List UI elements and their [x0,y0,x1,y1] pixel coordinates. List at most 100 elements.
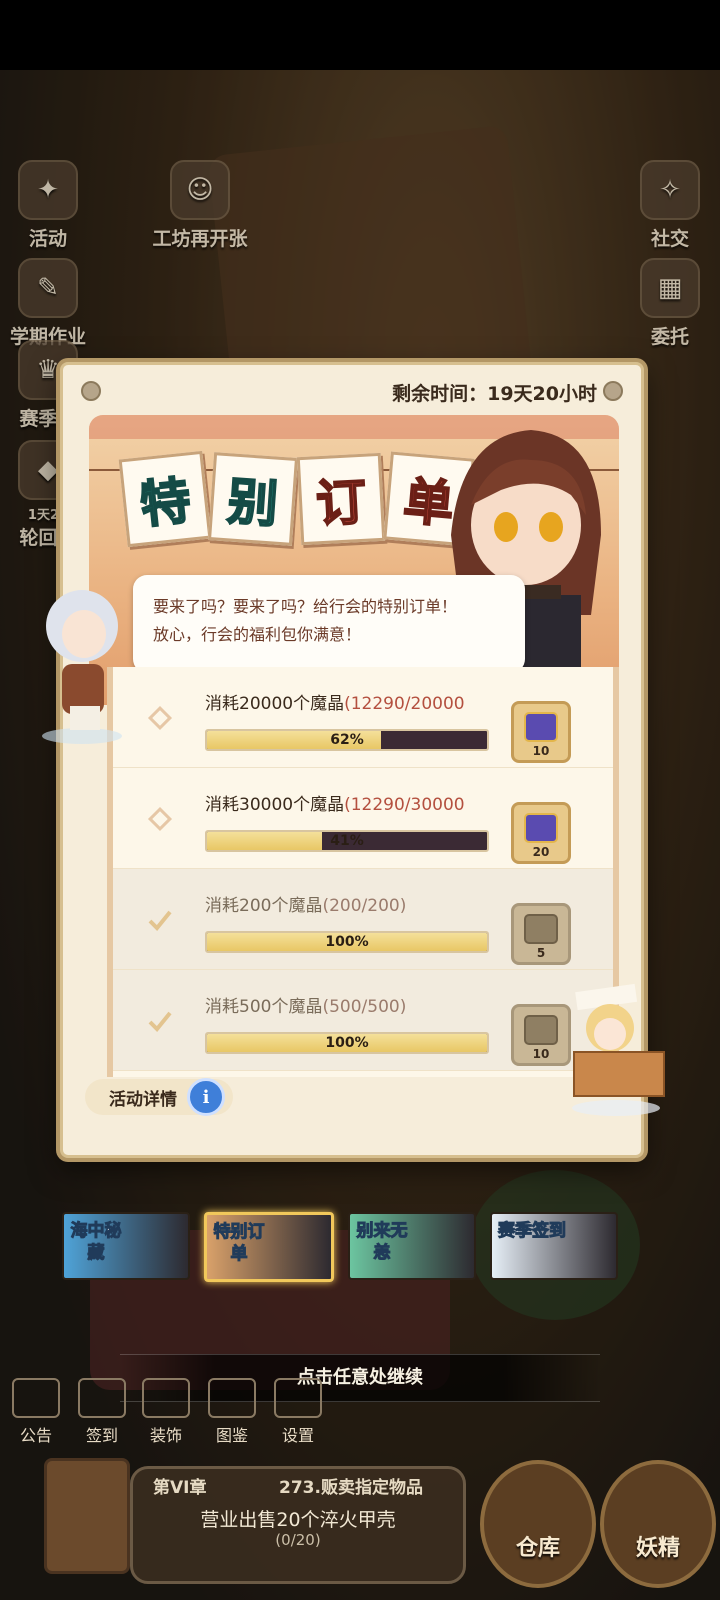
task-progress: (500/500) [322,997,407,1017]
chest-icon [524,813,558,843]
title-card: 别 [208,452,298,546]
status-bar [0,0,720,70]
task-row: 消耗500个魔晶(500/500) 100% 10 [113,970,613,1071]
homework-icon: ✎ [18,258,78,318]
pin-decoration [603,381,623,401]
task-text: 消耗200个魔晶(200/200) [205,891,406,916]
tab-sea-treasure[interactable]: 海中秘藏 [62,1212,190,1280]
warehouse-label: 仓库 [515,1536,560,1561]
calendar-icon [78,1378,126,1418]
task-label: 消耗20000个魔晶 [205,694,345,714]
star-cat-icon: ✦ [18,160,78,220]
event-tab-bar: 海中秘藏 特别订单 别来无恙 赛季签到 [62,1212,618,1282]
quest-panel[interactable]: 第VI章 273.贩卖指定物品 营业出售20个淬火甲壳 (0/20) [130,1466,466,1584]
info-icon: i [187,1078,225,1116]
settings-button[interactable]: 设置 [270,1378,326,1446]
paint-roller-icon [142,1378,190,1418]
tab-long-time-no-see[interactable]: 别来无恙 [348,1212,476,1280]
board-icon [12,1378,60,1418]
chibi-box-character [572,983,665,1116]
reward-count: 10 [532,744,550,758]
diamond-icon [147,806,173,832]
reward-count: 5 [536,946,546,960]
tab-label: 别来无恙 [356,1221,408,1264]
task-row: 消耗20000个魔晶(12290/20000 62% 10 [113,667,613,768]
tab-label: 海中秘藏 [70,1221,122,1264]
task-progress: (12290/20000 [344,694,465,714]
hud-label: 装饰 [149,1426,182,1445]
task-progress: (12290/30000 [344,795,465,815]
announcement-button[interactable]: 公告 [8,1378,64,1446]
task-label: 消耗200个魔晶 [205,896,323,916]
task-row: 消耗30000个魔晶(12290/30000 41% 20 [113,768,613,869]
task-text: 消耗500个魔晶(500/500) [205,992,406,1017]
progress-bar: 100% [205,1032,489,1054]
reward-chest-button[interactable]: 10 [511,701,571,763]
warehouse-button[interactable]: 仓库 [480,1460,596,1588]
chibi-white-hair-character [42,590,122,744]
checkmark-icon [148,910,172,931]
homework-button[interactable]: ✎ 学期作业 [6,258,90,349]
reward-count: 20 [532,845,550,859]
signin-button[interactable]: 签到 [74,1378,130,1446]
social-button[interactable]: ✧ 社交 [628,160,712,251]
book-icon [208,1378,256,1418]
hud-label: 图鉴 [215,1426,248,1445]
commission-icon: ▦ [640,258,700,318]
chest-icon [524,1015,558,1045]
reward-chest-button[interactable]: 5 [511,903,571,965]
chest-icon [524,914,558,944]
task-text: 消耗30000个魔晶(12290/30000 [205,790,465,815]
task-label: 消耗500个魔晶 [205,997,323,1017]
progress-percent: 100% [325,1035,369,1051]
remaining-time: 剩余时间：19天20小时 [392,383,597,405]
chapter-label: 第VI章 [153,1478,207,1498]
chest-icon [524,712,558,742]
hud-label: 设置 [281,1426,314,1445]
quest-progress: (0/20) [275,1531,321,1549]
commission-button[interactable]: ▦ 委托 [628,258,712,349]
workshop-button[interactable]: ☺ 工坊再开张 [130,160,270,251]
social-icon: ✧ [640,160,700,220]
fairy-button[interactable]: 妖精 [600,1460,716,1588]
reward-chest-button[interactable]: 20 [511,802,571,864]
progress-percent: 41% [330,833,364,849]
progress-percent: 62% [330,732,364,748]
quest-title: 273.贩卖指定物品 [279,1478,423,1498]
quest-book-icon[interactable] [44,1458,130,1574]
event-title: 特 别 订 单 [118,450,475,548]
event-details-button[interactable]: 活动详情 i [85,1078,233,1116]
chef-girl-icon: ☺ [170,160,230,220]
special-order-dialog: 剩余时间：19天20小时 特 别 订 单 要来了吗？要来了吗？给行会的特别订单！… [60,362,644,1158]
task-label: 消耗30000个魔晶 [205,795,345,815]
npc-speech-bubble: 要来了吗？要来了吗？给行会的特别订单！ 放心，行会的福利包你满意！ [133,575,525,673]
title-card: 订 [296,452,386,546]
pin-decoration [81,381,101,401]
speech-line: 要来了吗？要来了吗？给行会的特别订单！ [153,597,458,616]
tab-season-signin[interactable]: 赛季签到 [490,1212,618,1280]
task-text: 消耗20000个魔晶(12290/20000 [205,689,465,714]
task-list[interactable]: 消耗20000个魔晶(12290/20000 62% 10 消耗30000个魔晶… [107,667,619,1077]
reward-count: 10 [532,1047,550,1061]
decoration-button[interactable]: 装饰 [138,1378,194,1446]
details-label: 活动详情 [109,1089,177,1110]
diamond-icon [147,705,173,731]
progress-bar: 41% [205,830,489,852]
reward-chest-button[interactable]: 10 [511,1004,571,1066]
tab-label: 赛季签到 [498,1221,567,1242]
title-card: 特 [118,450,212,548]
task-progress: (200/200) [322,896,407,916]
gear-icon [274,1378,322,1418]
tab-special-order[interactable]: 特别订单 [204,1212,334,1282]
task-row: 消耗200个魔晶(200/200) 100% 5 [113,869,613,970]
checkmark-icon [148,1011,172,1032]
progress-percent: 100% [325,934,369,950]
hud-label: 公告 [19,1426,52,1445]
speech-line: 放心，行会的福利包你满意！ [153,625,362,644]
codex-button[interactable]: 图鉴 [204,1378,260,1446]
activity-button[interactable]: ✦ 活动 [6,160,90,251]
hud-label: 签到 [85,1426,118,1445]
progress-bar: 100% [205,931,489,953]
tab-label: 特别订单 [213,1222,265,1265]
fairy-label: 妖精 [635,1536,680,1561]
